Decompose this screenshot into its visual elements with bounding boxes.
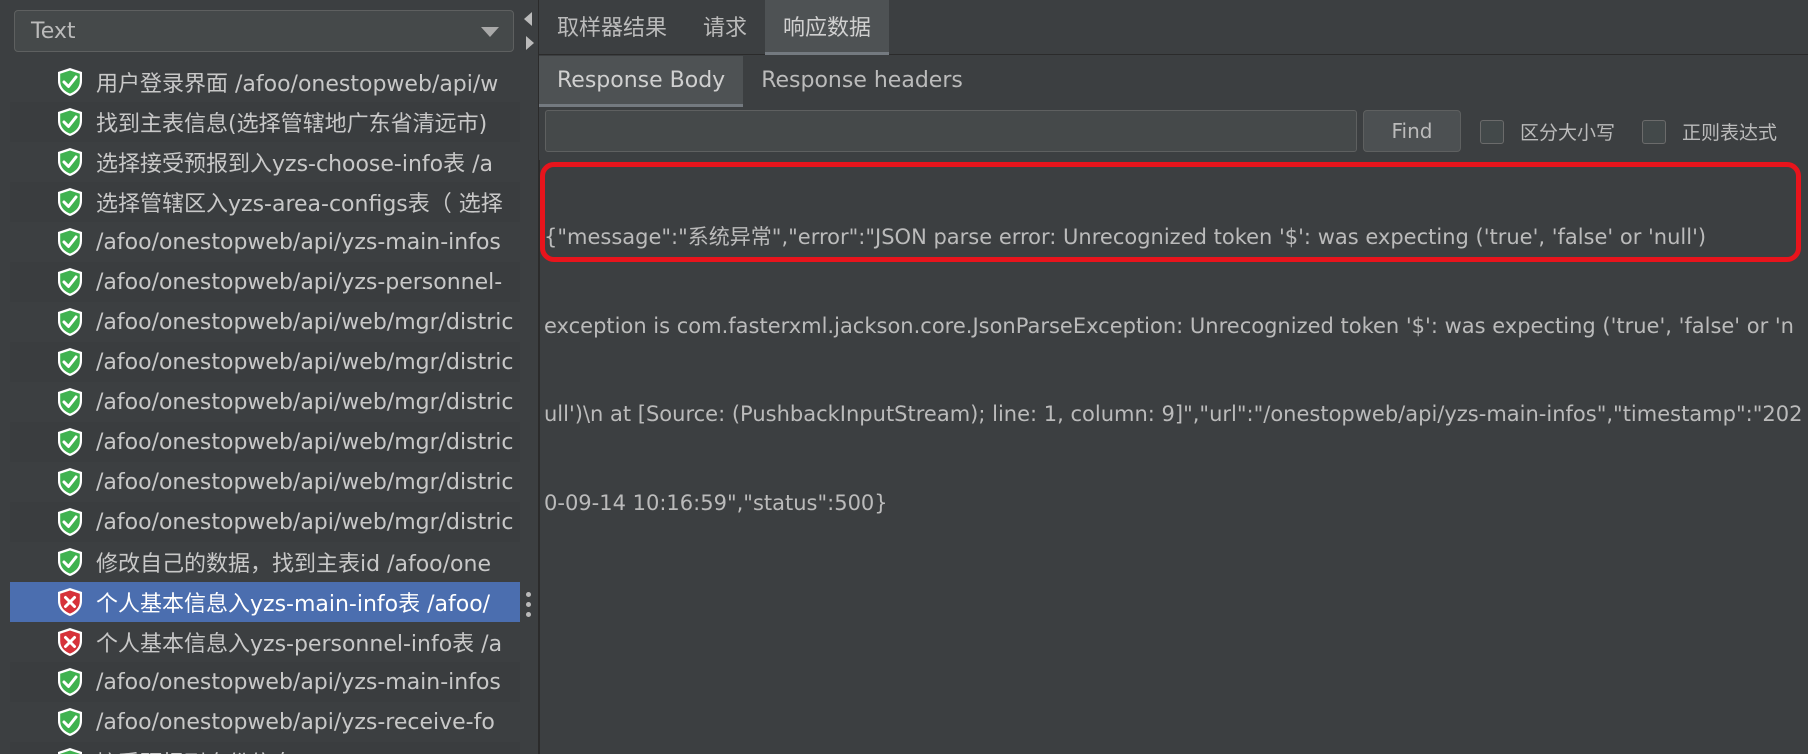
tree-item-label: 选择接受预报到入yzs-choose-info表 /a bbox=[96, 152, 494, 177]
collapse-left-icon[interactable] bbox=[524, 12, 532, 26]
expand-right-icon[interactable] bbox=[526, 36, 534, 50]
case-sensitive-checkbox[interactable] bbox=[1480, 120, 1504, 144]
search-bar: Find 区分大小写 正则表达式 bbox=[539, 110, 1808, 156]
tree-item-label: /afoo/onestopweb/api/web/mgr/distric bbox=[96, 509, 514, 535]
success-shield-icon bbox=[58, 188, 82, 216]
success-shield-icon bbox=[58, 308, 82, 336]
tree-item[interactable]: 选择管辖区入yzs-area-configs表（ 选择 bbox=[10, 182, 520, 222]
find-button[interactable]: Find bbox=[1363, 110, 1461, 152]
response-subtabs: Response Body Response headers bbox=[539, 56, 1808, 107]
tree-item[interactable]: /afoo/onestopweb/api/web/mgr/distric bbox=[10, 342, 520, 382]
tree-item-label: /afoo/onestopweb/api/web/mgr/distric bbox=[96, 389, 514, 415]
tree-item-label: /afoo/onestopweb/api/yzs-main-infos bbox=[96, 669, 501, 695]
result-tabs: 取样器结果 请求 响应数据 bbox=[539, 0, 1808, 55]
tree-item-label: /afoo/onestopweb/api/yzs-personnel- bbox=[96, 269, 503, 295]
sampler-tree: 用户登录界面 /afoo/onestopweb/api/w 找到主表信息(选择管辖… bbox=[10, 62, 520, 754]
success-shield-icon bbox=[58, 228, 82, 256]
tree-item[interactable]: /afoo/onestopweb/api/web/mgr/distric bbox=[10, 502, 520, 542]
tree-item[interactable]: /afoo/onestopweb/api/yzs-personnel- bbox=[10, 262, 520, 302]
response-body-text[interactable]: {"message":"系统异常","error":"JSON parse er… bbox=[540, 164, 1806, 577]
tree-item-label: 选择管辖区入yzs-area-configs表（ 选择 bbox=[96, 192, 503, 217]
tree-item-label: 用户登录界面 /afoo/onestopweb/api/w bbox=[96, 72, 499, 97]
error-shield-icon bbox=[58, 628, 82, 656]
tree-item-label: 个人基本信息入yzs-personnel-info表 /a bbox=[96, 632, 503, 657]
tree-item-label: 修改自己的数据，找到主表id /afoo/one bbox=[96, 552, 491, 577]
response-line: {"message":"系统异常","error":"JSON parse er… bbox=[544, 225, 1707, 249]
renderer-select-value: Text bbox=[31, 18, 76, 44]
regex-checkbox[interactable] bbox=[1642, 120, 1666, 144]
results-tree-panel: Text 用户登录界面 /afoo/onestopweb/api/w 找到主表信息… bbox=[0, 0, 520, 754]
tree-item[interactable]: 接受预报到身份信息 /afoo/onestopweb bbox=[10, 742, 520, 754]
tab-response-headers[interactable]: Response headers bbox=[743, 56, 981, 104]
success-shield-icon bbox=[58, 68, 82, 96]
response-body-area[interactable]: {"message":"系统异常","error":"JSON parse er… bbox=[539, 160, 1808, 754]
error-shield-icon bbox=[58, 588, 82, 616]
tree-item-label: /afoo/onestopweb/api/yzs-main-infos bbox=[96, 229, 501, 255]
tree-item-label: /afoo/onestopweb/api/yzs-receive-fo bbox=[96, 709, 495, 735]
split-pane-divider[interactable] bbox=[520, 0, 539, 754]
result-detail-panel: 取样器结果 请求 响应数据 Response Body Response hea… bbox=[539, 0, 1808, 754]
tab-request[interactable]: 请求 bbox=[685, 0, 765, 52]
tree-item-label: /afoo/onestopweb/api/web/mgr/distric bbox=[96, 349, 514, 375]
drag-handle-icon[interactable] bbox=[526, 592, 532, 622]
tree-item-label: 接受预报到身份信息 /afoo/onestopweb bbox=[96, 746, 498, 754]
response-line: ull')\n at [Source: (PushbackInputStream… bbox=[544, 402, 1803, 426]
success-shield-icon bbox=[58, 148, 82, 176]
search-input[interactable] bbox=[545, 110, 1357, 152]
tree-item-label: 找到主表信息(选择管辖地广东省清远市) bbox=[96, 112, 488, 137]
tree-item[interactable]: 修改自己的数据，找到主表id /afoo/one bbox=[10, 542, 520, 582]
tree-item-label: 个人基本信息入yzs-main-info表 /afoo/ bbox=[96, 592, 491, 617]
tab-sampler-result[interactable]: 取样器结果 bbox=[539, 0, 685, 52]
tree-item[interactable]: 个人基本信息入yzs-personnel-info表 /a bbox=[10, 622, 520, 662]
tree-item[interactable]: 找到主表信息(选择管辖地广东省清远市) bbox=[10, 102, 520, 142]
success-shield-icon bbox=[58, 668, 82, 696]
tree-item[interactable]: /afoo/onestopweb/api/web/mgr/distric bbox=[10, 382, 520, 422]
tab-response-body[interactable]: Response Body bbox=[539, 56, 744, 107]
regex-label: 正则表达式 bbox=[1682, 122, 1778, 144]
renderer-select[interactable]: Text bbox=[14, 10, 514, 52]
tree-item[interactable]: /afoo/onestopweb/api/yzs-main-infos bbox=[10, 662, 520, 702]
response-line: 0-09-14 10:16:59","status":500} bbox=[544, 490, 888, 515]
success-shield-icon bbox=[58, 268, 82, 296]
response-line: exception is com.fasterxml.jackson.core.… bbox=[544, 313, 1794, 338]
success-shield-icon bbox=[58, 108, 82, 136]
tree-item[interactable]: 个人基本信息入yzs-main-info表 /afoo/ bbox=[10, 582, 520, 622]
success-shield-icon bbox=[58, 548, 82, 576]
success-shield-icon bbox=[58, 508, 82, 536]
success-shield-icon bbox=[58, 428, 82, 456]
success-shield-icon bbox=[58, 348, 82, 376]
success-shield-icon bbox=[58, 388, 82, 416]
chevron-down-icon bbox=[481, 27, 499, 37]
tree-item[interactable]: /afoo/onestopweb/api/web/mgr/distric bbox=[10, 462, 520, 502]
tab-response-data[interactable]: 响应数据 bbox=[765, 0, 890, 55]
tree-item[interactable]: 用户登录界面 /afoo/onestopweb/api/w bbox=[10, 62, 520, 102]
tree-item-label: /afoo/onestopweb/api/web/mgr/distric bbox=[96, 309, 514, 335]
tree-item[interactable]: /afoo/onestopweb/api/yzs-receive-fo bbox=[10, 702, 520, 742]
tree-item[interactable]: /afoo/onestopweb/api/web/mgr/distric bbox=[10, 302, 520, 342]
success-shield-icon bbox=[58, 708, 82, 736]
tree-item-label: /afoo/onestopweb/api/web/mgr/distric bbox=[96, 469, 514, 495]
tree-item-label: /afoo/onestopweb/api/web/mgr/distric bbox=[96, 429, 514, 455]
tree-item[interactable]: /afoo/onestopweb/api/web/mgr/distric bbox=[10, 422, 520, 462]
case-sensitive-label: 区分大小写 bbox=[1520, 122, 1616, 144]
success-shield-icon bbox=[58, 748, 82, 754]
tree-item[interactable]: /afoo/onestopweb/api/yzs-main-infos bbox=[10, 222, 520, 262]
tree-item[interactable]: 选择接受预报到入yzs-choose-info表 /a bbox=[10, 142, 520, 182]
success-shield-icon bbox=[58, 468, 82, 496]
